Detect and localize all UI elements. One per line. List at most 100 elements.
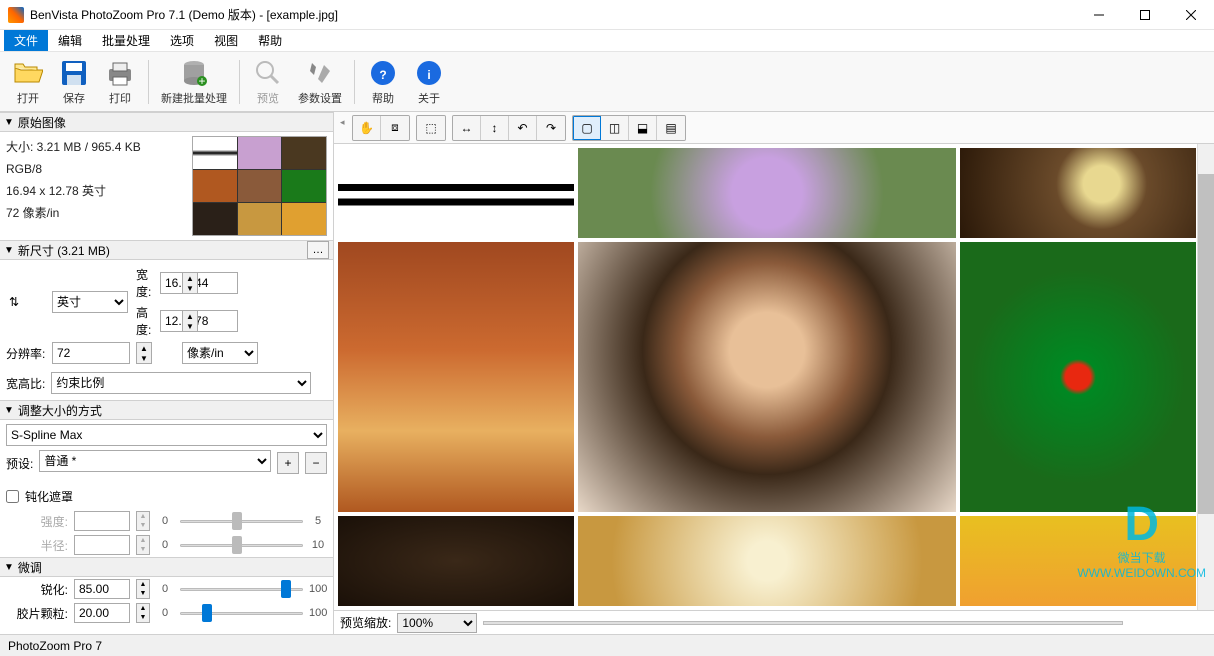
rotate-cw-icon: ↷ xyxy=(546,121,556,135)
original-section-header[interactable]: ▼原始图像 xyxy=(0,112,333,132)
grain-spinner[interactable]: ▲▼ xyxy=(136,603,150,623)
layout-single-icon: ▢ xyxy=(581,121,592,135)
res-label: 分辨率: xyxy=(6,345,48,362)
newsize-section-header[interactable]: ▼ 新尺寸 (3.21 MB) … xyxy=(0,240,333,260)
layout-split-v[interactable]: ⬓ xyxy=(629,116,657,140)
zoom-label: 预览缩放: xyxy=(340,614,391,631)
aspect-select[interactable]: 约束比例 xyxy=(51,372,311,394)
resize-section-header[interactable]: ▼调整大小的方式 xyxy=(0,400,333,420)
preset-select[interactable]: 普通 * xyxy=(39,450,271,472)
grain-input[interactable] xyxy=(74,603,130,623)
width-spinner[interactable]: ▲▼ xyxy=(182,272,198,294)
res-spinner[interactable]: ▲▼ xyxy=(136,342,152,364)
original-section-title: 原始图像 xyxy=(18,114,66,131)
original-thumbnail xyxy=(192,136,327,236)
layout-quad[interactable]: ▤ xyxy=(657,116,685,140)
res-input[interactable] xyxy=(52,342,130,364)
help-button[interactable]: ?帮助 xyxy=(361,54,405,110)
marquee-tool[interactable]: ⧈ xyxy=(381,116,409,140)
maximize-button[interactable] xyxy=(1122,0,1168,30)
intensity-label: 强度: xyxy=(6,513,68,530)
params-button[interactable]: 参数设置 xyxy=(292,54,348,110)
height-input[interactable] xyxy=(160,310,238,332)
arrow-lr-icon: ↔ xyxy=(461,121,473,135)
sharp-spinner[interactable]: ▲▼ xyxy=(136,579,150,599)
status-bar: PhotoZoom Pro 7 xyxy=(0,634,1214,656)
save-button[interactable]: 保存 xyxy=(52,54,96,110)
preview-button[interactable]: 预览 xyxy=(246,54,290,110)
dim-unit-select[interactable]: 英寸 xyxy=(52,291,128,313)
zoom-select[interactable]: 100% xyxy=(397,613,477,633)
finetune-section-header[interactable]: ▼微调 xyxy=(0,557,333,577)
rotate-ccw-icon: ↶ xyxy=(517,121,527,135)
crop-tool[interactable]: ⬚ xyxy=(417,116,445,140)
main-toolbar: 打开 保存 打印 +新建批量处理 预览 参数设置 ?帮助 i关于 xyxy=(0,52,1214,112)
link-icon[interactable]: ⇅ xyxy=(6,295,22,309)
menu-options[interactable]: 选项 xyxy=(160,30,204,51)
printer-icon xyxy=(104,58,136,89)
collapse-icon: ▼ xyxy=(4,245,14,256)
menu-help[interactable]: 帮助 xyxy=(248,30,292,51)
more-button[interactable]: … xyxy=(307,241,329,259)
grain-slider[interactable] xyxy=(180,603,303,623)
res-unit-select[interactable]: 像素/in xyxy=(182,342,258,364)
intensity-spinner[interactable]: ▲▼ xyxy=(136,511,150,531)
crop-icon: ⬚ xyxy=(425,121,436,135)
unsharp-checkbox[interactable] xyxy=(6,490,19,503)
preset-add-button[interactable]: + xyxy=(277,452,299,474)
intensity-input[interactable] xyxy=(74,511,130,531)
unsharp-label: 钝化遮罩 xyxy=(25,488,73,505)
marquee-icon: ⧈ xyxy=(391,120,399,135)
rotate-cw[interactable]: ↷ xyxy=(537,116,565,140)
width-input[interactable] xyxy=(160,272,238,294)
original-mode: RGB/8 xyxy=(6,158,192,180)
open-button[interactable]: 打开 xyxy=(6,54,50,110)
preview-scrollbar[interactable] xyxy=(1197,144,1214,610)
original-size: 大小: 3.21 MB / 965.4 KB xyxy=(6,136,192,158)
newsize-section-title: 新尺寸 (3.21 MB) xyxy=(18,242,110,259)
radius-label: 半径: xyxy=(6,537,68,554)
print-button[interactable]: 打印 xyxy=(98,54,142,110)
new-batch-button[interactable]: +新建批量处理 xyxy=(155,54,233,110)
left-panel: ▼原始图像 大小: 3.21 MB / 965.4 KB RGB/8 16.94… xyxy=(0,112,334,634)
algorithm-select[interactable]: S-Spline Max xyxy=(6,424,327,446)
flip-h[interactable]: ↔ xyxy=(453,116,481,140)
original-res: 72 像素/in xyxy=(6,202,192,224)
preset-remove-button[interactable]: − xyxy=(305,452,327,474)
intensity-slider[interactable] xyxy=(180,511,303,531)
window-title: BenVista PhotoZoom Pro 7.1 (Demo 版本) - [… xyxy=(30,6,1076,23)
close-button[interactable] xyxy=(1168,0,1214,30)
status-text: PhotoZoom Pro 7 xyxy=(8,639,102,653)
floppy-icon xyxy=(58,58,90,89)
svg-text:+: + xyxy=(198,74,205,87)
menu-batch[interactable]: 批量处理 xyxy=(92,30,160,51)
layout-single[interactable]: ▢ xyxy=(573,116,601,140)
about-button[interactable]: i关于 xyxy=(407,54,451,110)
app-icon xyxy=(8,7,24,23)
database-icon: + xyxy=(178,58,210,89)
radius-input[interactable] xyxy=(74,535,130,555)
flip-v[interactable]: ↕ xyxy=(481,116,509,140)
sharp-input[interactable] xyxy=(74,579,130,599)
hand-tool[interactable]: ✋ xyxy=(353,116,381,140)
width-label: 宽度: xyxy=(136,266,156,300)
menu-view[interactable]: 视图 xyxy=(204,30,248,51)
arrow-ud-icon: ↕ xyxy=(492,121,498,135)
menu-edit[interactable]: 编辑 xyxy=(48,30,92,51)
tools-icon xyxy=(304,58,336,89)
sharp-slider[interactable] xyxy=(180,579,303,599)
resize-section-title: 调整大小的方式 xyxy=(18,402,102,419)
layout-split-h[interactable]: ◫ xyxy=(601,116,629,140)
layout-quad-icon: ▤ xyxy=(665,121,676,135)
svg-text:?: ? xyxy=(379,68,386,82)
rotate-ccw[interactable]: ↶ xyxy=(509,116,537,140)
layout-splith-icon: ◫ xyxy=(609,121,620,135)
minimize-button[interactable] xyxy=(1076,0,1122,30)
zoom-slider[interactable] xyxy=(483,621,1123,625)
collapse-icon: ▼ xyxy=(4,562,14,573)
preview-canvas[interactable]: D 微当下载 WWW.WEIDOWN.COM xyxy=(334,144,1214,610)
menu-file[interactable]: 文件 xyxy=(4,30,48,51)
radius-slider[interactable] xyxy=(180,535,303,555)
radius-spinner[interactable]: ▲▼ xyxy=(136,535,150,555)
height-spinner[interactable]: ▲▼ xyxy=(182,310,198,332)
